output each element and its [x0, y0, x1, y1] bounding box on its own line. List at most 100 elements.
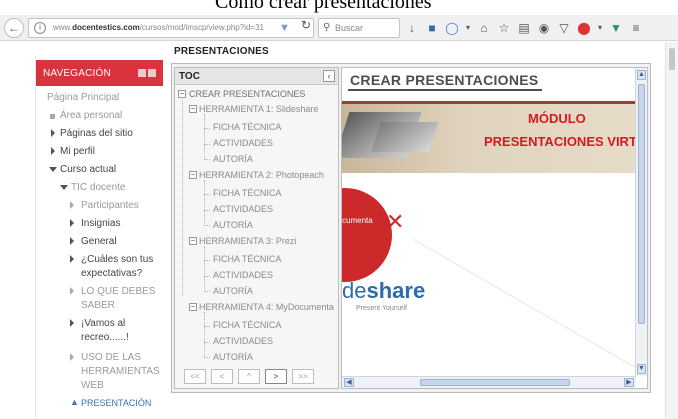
scroll-thumb[interactable] — [638, 84, 645, 324]
tree-line — [204, 114, 205, 158]
tracking-shield-icon[interactable]: ▼ — [279, 22, 291, 34]
minus-icon[interactable]: − — [189, 171, 197, 179]
laptop-image — [371, 122, 439, 152]
scroll-thumb[interactable] — [669, 48, 675, 70]
caret-down-icon[interactable] — [60, 185, 68, 190]
nav-item-know-line2[interactable]: SABER — [81, 300, 115, 311]
adblock-icon[interactable]: ⬤ — [576, 19, 592, 37]
toc-tool-3-activities[interactable]: ACTIVIDADES — [213, 270, 273, 280]
nav-item-personal[interactable]: Área personal — [60, 110, 122, 121]
nav-item-expectations-line1[interactable]: ¿Cuáles son tus — [81, 254, 153, 265]
info-icon[interactable]: i — [34, 22, 46, 34]
nav-item-home[interactable]: Página Principal — [47, 92, 119, 103]
nav-item-participants[interactable]: Participantes — [81, 200, 139, 211]
chevron-down-icon[interactable]: ▾ — [596, 19, 604, 37]
tree-line — [204, 194, 210, 195]
caret-right-icon[interactable] — [70, 353, 74, 361]
title-underline — [348, 89, 542, 91]
browser-toolbar: ← i www.docentestics.com/cursos/mod/imsc… — [0, 15, 678, 41]
toc-tool-1-activities[interactable]: ACTIVIDADES — [213, 138, 273, 148]
nav-item-tic-docente[interactable]: TIC docente — [71, 182, 125, 193]
toc-tool-2-tech[interactable]: FICHA TÉCNICA — [213, 188, 281, 198]
nav-item-tools-line2[interactable]: HERRAMIENTAS — [81, 366, 160, 377]
chevron-down-icon[interactable]: ▾ — [464, 19, 472, 37]
sync-icon[interactable]: ◯ — [444, 19, 460, 37]
download-icon[interactable]: ↓ — [404, 19, 420, 37]
nav-item-badges[interactable]: Insignias — [81, 218, 120, 229]
minus-icon[interactable]: − — [178, 90, 186, 98]
caret-right-icon[interactable] — [70, 237, 74, 245]
reader-icon[interactable]: ▤ — [516, 19, 532, 37]
toc-tool-4-tech[interactable]: FICHA TÉCNICA — [213, 320, 281, 330]
toc-root[interactable]: CREAR PRESENTACIONES — [189, 89, 305, 99]
search-input[interactable]: Buscar — [335, 23, 363, 33]
shield-icon[interactable]: ▽ — [556, 19, 572, 37]
caret-right-icon[interactable] — [70, 287, 74, 295]
toc-panel: TOC ‹ − CREAR PRESENTACIONES − HERRAMIEN… — [174, 67, 339, 389]
caret-right-icon[interactable] — [51, 129, 55, 137]
next-page-button[interactable]: > — [265, 369, 287, 384]
collapse-icon[interactable] — [148, 69, 156, 77]
caret-down-icon[interactable] — [49, 167, 57, 172]
menu-icon[interactable]: ≡ — [628, 19, 644, 37]
toc-tool-3[interactable]: HERRAMIENTA 3: Prezi — [199, 236, 296, 246]
minus-icon[interactable]: − — [189, 303, 197, 311]
nav-item-general[interactable]: General — [81, 236, 117, 247]
caret-right-icon[interactable] — [70, 219, 74, 227]
scroll-up-icon[interactable]: ▲ — [637, 70, 646, 80]
vpn-icon[interactable]: ▼ — [608, 19, 624, 37]
toc-tool-3-authorship[interactable]: AUTORÍA — [213, 286, 253, 296]
toc-tool-4-activities[interactable]: ACTIVIDADES — [213, 336, 273, 346]
scroll-right-icon[interactable]: ▶ — [624, 378, 634, 387]
toc-tool-2-activities[interactable]: ACTIVIDADES — [213, 204, 273, 214]
pocket-icon[interactable]: ■ — [424, 19, 440, 37]
toc-tool-1-authorship[interactable]: AUTORÍA — [213, 154, 253, 164]
scroll-left-icon[interactable]: ◀ — [344, 378, 354, 387]
back-icon[interactable]: ← — [4, 18, 24, 38]
minus-icon[interactable]: − — [189, 237, 197, 245]
dock-icon[interactable] — [138, 69, 146, 77]
page-title: PRESENTACIONES — [174, 46, 269, 57]
nav-item-recess-line1[interactable]: ¡Vamos al — [81, 318, 125, 329]
nav-item-current-course[interactable]: Curso actual — [60, 164, 116, 175]
chat-icon[interactable]: ◉ — [536, 19, 552, 37]
url-text[interactable]: www.docentestics.com/cursos/mod/imscp/vi… — [53, 23, 264, 32]
up-level-button[interactable]: ^ — [238, 369, 260, 384]
nav-item-know-line1[interactable]: LO QUE DEBES — [81, 286, 155, 297]
toolbar-icons: ↓ ■ ◯ ▾ ⌂ ☆ ▤ ◉ ▽ ⬤ ▾ ▼ ≡ — [404, 18, 644, 38]
search-bar[interactable]: ⚲ Buscar — [318, 18, 400, 38]
toc-tool-3-tech[interactable]: FICHA TÉCNICA — [213, 254, 281, 264]
page-vertical-scrollbar[interactable] — [665, 42, 678, 419]
caret-right-icon[interactable] — [70, 201, 74, 209]
minus-icon[interactable]: − — [189, 105, 197, 113]
toc-tool-2[interactable]: HERRAMIENTA 2: Photopeach — [199, 170, 324, 180]
previous-page-button[interactable]: < — [211, 369, 233, 384]
toc-tool-1-tech[interactable]: FICHA TÉCNICA — [213, 122, 281, 132]
address-bar[interactable]: i www.docentestics.com/cursos/mod/imscp/… — [28, 18, 314, 38]
toc-tool-4[interactable]: HERRAMIENTA 4: MyDocumenta — [199, 302, 334, 312]
caret-right-icon[interactable] — [51, 147, 55, 155]
toc-tool-4-authorship[interactable]: AUTORÍA — [213, 352, 253, 362]
nav-item-expectations-line2[interactable]: expectativas? — [81, 268, 142, 279]
nav-item-tools-line1[interactable]: USO DE LAS — [81, 352, 141, 363]
nav-item-presentation[interactable]: PRESENTACIÓN — [81, 398, 151, 408]
toc-tool-2-authorship[interactable]: AUTORÍA — [213, 220, 253, 230]
nav-item-tools-line3[interactable]: WEB — [81, 380, 104, 391]
content-vertical-scrollbar[interactable]: ▲ ▼ — [635, 68, 647, 376]
content-horizontal-scrollbar[interactable]: ◀ ▶ — [342, 376, 636, 388]
caret-right-icon[interactable] — [70, 255, 74, 263]
bookmark-star-icon[interactable]: ☆ — [496, 19, 512, 37]
collapse-icon[interactable]: ‹ — [323, 70, 335, 82]
reload-icon[interactable]: ↻ — [298, 16, 314, 34]
last-page-button[interactable]: >> — [292, 369, 314, 384]
caret-right-icon[interactable] — [70, 319, 74, 327]
toc-tool-1[interactable]: HERRAMIENTA 1: Slideshare — [199, 104, 318, 114]
nav-item-profile[interactable]: Mi perfil — [60, 146, 95, 157]
nav-item-site-pages[interactable]: Páginas del sitio — [60, 128, 133, 139]
first-page-button[interactable]: << — [184, 369, 206, 384]
scroll-down-icon[interactable]: ▼ — [637, 364, 646, 374]
nav-item-recess-line2[interactable]: recreo......! — [81, 332, 129, 343]
scroll-thumb[interactable] — [420, 379, 570, 386]
banner-line1: MÓDULO — [528, 111, 586, 126]
home-icon[interactable]: ⌂ — [476, 19, 492, 37]
